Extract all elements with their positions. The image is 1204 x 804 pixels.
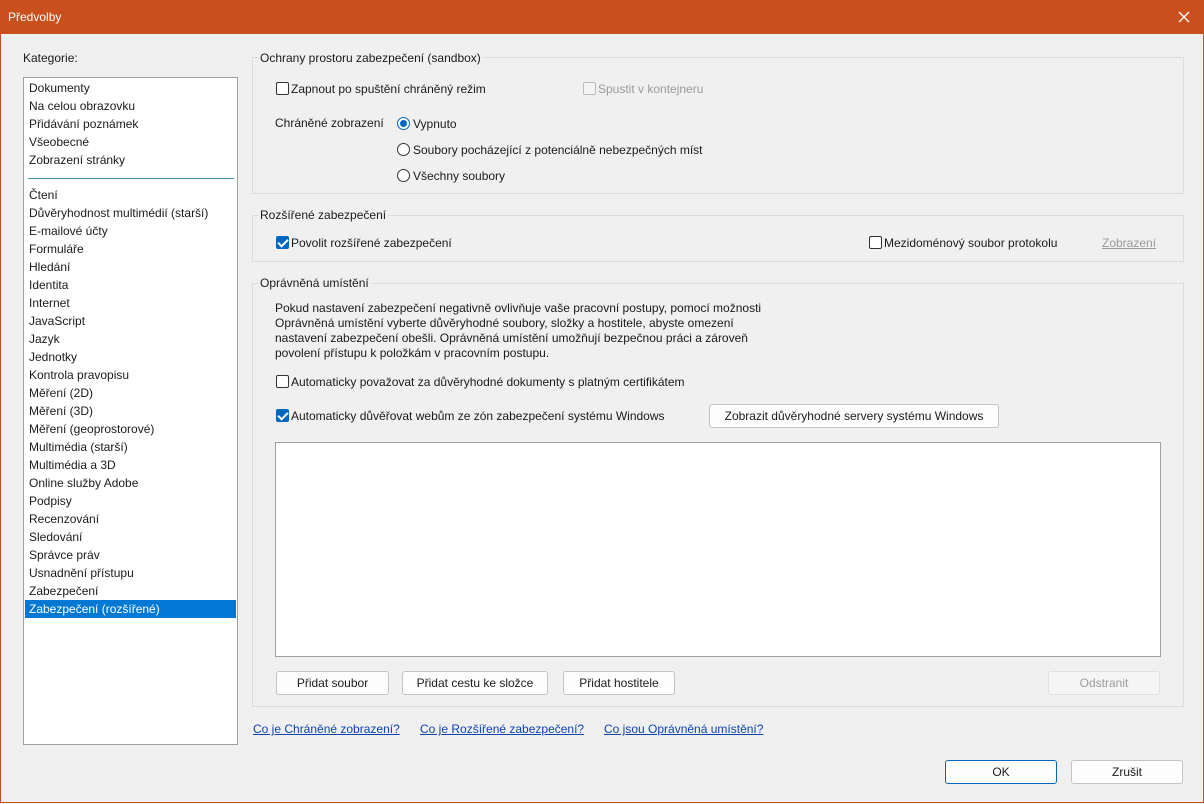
category-item[interactable]: Zobrazení stránky	[25, 151, 236, 169]
category-item[interactable]: Měření (2D)	[25, 384, 236, 402]
help-link-enhanced-security[interactable]: Co je Rozšířené zabezpečení?	[420, 722, 584, 736]
category-item[interactable]: E-mailové účty	[25, 222, 236, 240]
auto-cert-checkbox[interactable]	[276, 375, 289, 388]
category-item[interactable]: Hledání	[25, 258, 236, 276]
category-item[interactable]: Formuláře	[25, 240, 236, 258]
window-title: Předvolby	[8, 10, 62, 24]
category-item[interactable]: JavaScript	[25, 312, 236, 330]
cancel-button[interactable]: Zrušit	[1071, 760, 1183, 784]
auto-trust-checkbox[interactable]	[276, 409, 289, 422]
title-bar: Předvolby	[0, 0, 1204, 34]
protected-view-label: Chráněné zobrazení	[275, 116, 384, 130]
protected-view-unsafe-radio[interactable]	[397, 143, 410, 156]
category-item[interactable]: Internet	[25, 294, 236, 312]
category-item[interactable]: Přidávání poznámek	[25, 115, 236, 133]
sandbox-group-title: Ochrany prostoru zabezpečení (sandbox)	[258, 51, 483, 65]
category-item[interactable]: Důvěryhodnost multimédií (starší)	[25, 204, 236, 222]
category-item[interactable]: Sledování	[25, 528, 236, 546]
enable-enhanced-security-label[interactable]: Povolit rozšířené zabezpečení	[291, 236, 452, 250]
remove-button: Odstranit	[1048, 671, 1160, 695]
crossdomain-log-checkbox[interactable]	[869, 236, 882, 249]
category-item[interactable]: Jazyk	[25, 330, 236, 348]
auto-cert-label[interactable]: Automaticky považovat za důvěryhodné dok…	[291, 375, 685, 389]
category-item[interactable]: Recenzování	[25, 510, 236, 528]
category-item[interactable]: Online služby Adobe	[25, 474, 236, 492]
auto-trust-label[interactable]: Automaticky důvěřovat webům ze zón zabez…	[291, 409, 665, 423]
categories-label: Kategorie:	[23, 51, 78, 65]
category-item[interactable]: Správce práv	[25, 546, 236, 564]
privileged-locations-group-title: Oprávněná umístění	[258, 276, 371, 290]
view-log-link: Zobrazení	[1102, 236, 1157, 250]
protected-view-off-label[interactable]: Vypnuto	[413, 117, 457, 131]
category-item[interactable]: Zabezpečení	[25, 582, 236, 600]
category-item[interactable]: Podpisy	[25, 492, 236, 510]
sandbox-group	[252, 57, 1184, 194]
category-item[interactable]: Kontrola pravopisu	[25, 366, 236, 384]
help-link-privileged-locations[interactable]: Co jsou Oprávněná umístění?	[604, 722, 763, 736]
protected-view-all-label[interactable]: Všechny soubory	[413, 169, 505, 183]
protected-view-all-radio[interactable]	[397, 169, 410, 182]
crossdomain-log-label[interactable]: Mezidoménový soubor protokolu	[884, 236, 1057, 250]
add-folder-button[interactable]: Přidat cestu ke složce	[402, 671, 548, 695]
category-item[interactable]: Identita	[25, 276, 236, 294]
enable-enhanced-security-checkbox[interactable]	[276, 236, 289, 249]
close-icon[interactable]	[1174, 7, 1194, 27]
show-trusted-servers-button[interactable]: Zobrazit důvěryhodné servery systému Win…	[709, 404, 999, 428]
category-item[interactable]: Všeobecné	[25, 133, 236, 151]
container-checkbox	[583, 82, 596, 95]
enhanced-security-group-title: Rozšířené zabezpečení	[258, 208, 389, 222]
category-item[interactable]: Zabezpečení (rozšířené)	[25, 600, 236, 618]
category-item[interactable]: Usnadnění přístupu	[25, 564, 236, 582]
privileged-locations-list[interactable]	[275, 442, 1161, 657]
container-label: Spustit v kontejneru	[598, 82, 704, 96]
categories-list[interactable]: Dokumenty Na celou obrazovku Přidávání poz…	[23, 77, 238, 745]
add-file-button[interactable]: Přidat soubor	[276, 671, 389, 695]
add-host-button[interactable]: Přidat hostitele	[563, 671, 675, 695]
help-link-protected-view[interactable]: Co je Chráněné zobrazení?	[253, 722, 400, 736]
category-item[interactable]: Jednotky	[25, 348, 236, 366]
category-item[interactable]: Dokumenty	[25, 79, 236, 97]
category-item[interactable]: Multimédia a 3D	[25, 456, 236, 474]
protected-mode-checkbox[interactable]	[276, 82, 289, 95]
categories-separator	[28, 178, 234, 179]
protected-view-off-radio[interactable]	[397, 117, 410, 130]
privileged-description: Pokud nastavení zabezpečení negativně ov…	[275, 301, 762, 360]
category-item[interactable]: Měření (3D)	[25, 402, 236, 420]
category-item[interactable]: Měření (geoprostorové)	[25, 420, 236, 438]
category-item[interactable]: Na celou obrazovku	[25, 97, 236, 115]
category-item[interactable]: Čtení	[25, 186, 236, 204]
protected-view-unsafe-label[interactable]: Soubory pocházející z potenciálně nebezp…	[413, 143, 703, 157]
ok-button[interactable]: OK	[945, 760, 1057, 784]
category-item[interactable]: Multimédia (starší)	[25, 438, 236, 456]
protected-mode-label[interactable]: Zapnout po spuštění chráněný režim	[291, 82, 486, 96]
